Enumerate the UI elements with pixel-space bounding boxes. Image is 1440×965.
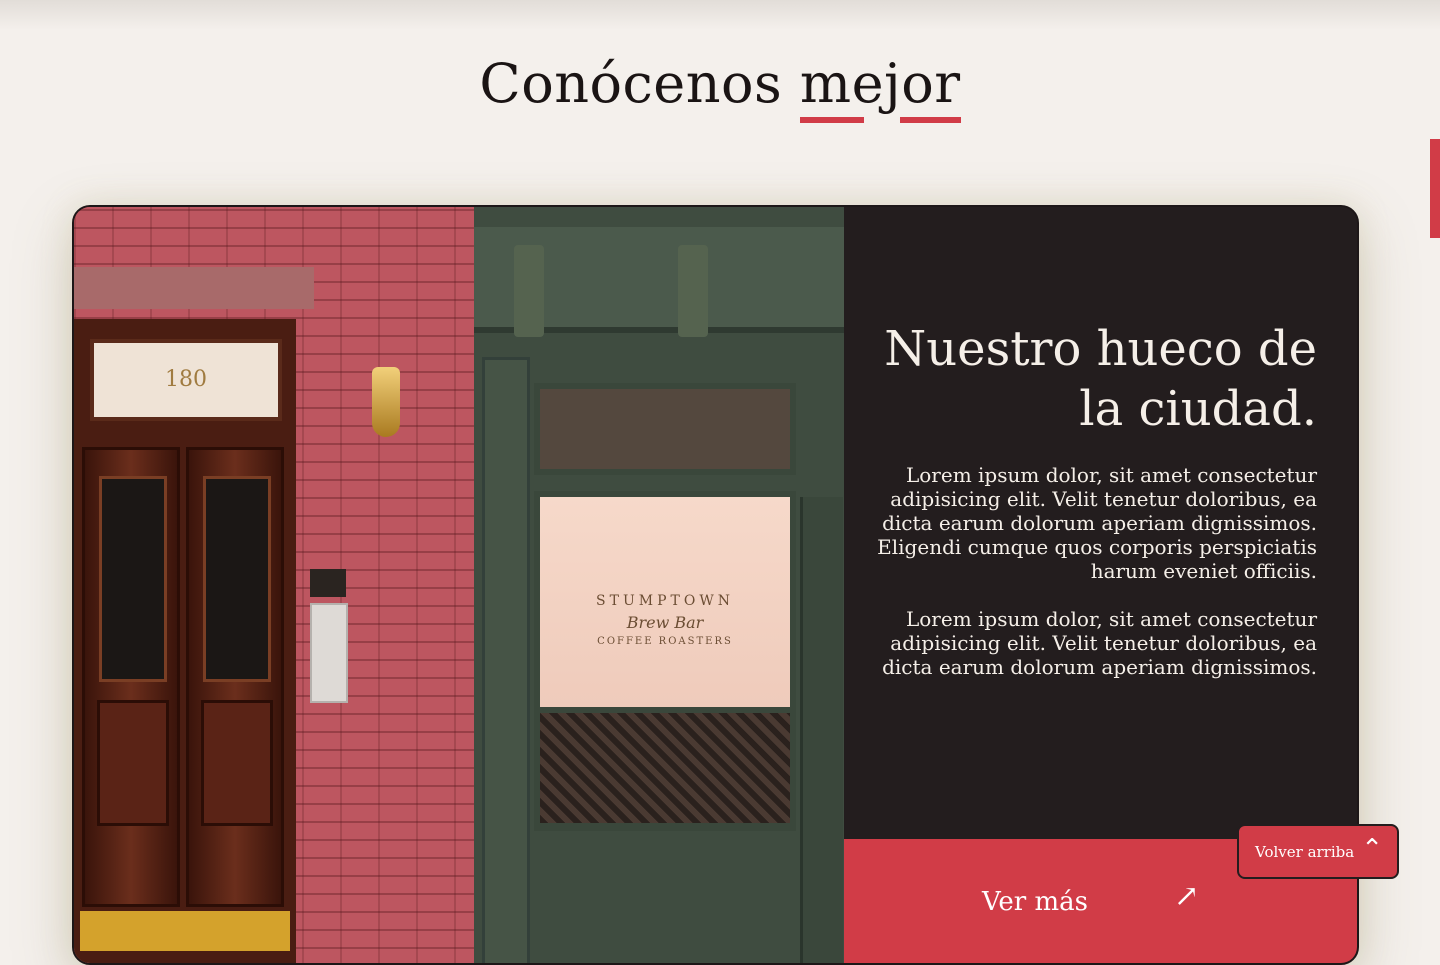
brass-kickplate xyxy=(80,911,290,951)
section-title-accent: mejor xyxy=(799,52,961,123)
about-paragraph-1: Lorem ipsum dolor, sit amet consectetur … xyxy=(877,463,1317,583)
about-card: 180 STUMPTOWN Brew Bar COFFEE ROASTERS N… xyxy=(72,205,1359,965)
about-paragraph-2: Lorem ipsum dolor, sit amet consectetur … xyxy=(882,607,1317,679)
door-lower-panel xyxy=(201,700,273,826)
address-transom: 180 xyxy=(90,339,282,421)
brick-wall: 180 xyxy=(74,207,474,963)
door-window xyxy=(203,476,271,682)
shade-sign-script: Brew Bar xyxy=(626,613,704,632)
pilaster xyxy=(482,357,530,963)
stone-lintel xyxy=(74,267,314,309)
scroll-indicator[interactable] xyxy=(1430,139,1440,238)
section-title-text: Conócenos xyxy=(479,52,800,115)
door-panel-left xyxy=(82,447,180,907)
upper-window xyxy=(534,383,796,475)
storefront-photo: 180 STUMPTOWN Brew Bar COFFEE ROASTERS xyxy=(74,207,844,963)
back-to-top-button[interactable]: Volver arriba ⌃ xyxy=(1237,824,1399,879)
about-body: Lorem ipsum dolor, sit amet consectetur … xyxy=(877,463,1317,703)
arrow-up-right-icon: ↗ xyxy=(1174,879,1200,914)
shade-sign-subtitle: COFFEE ROASTERS xyxy=(597,636,733,647)
window-grille xyxy=(540,713,790,823)
lamp-icon xyxy=(372,367,400,437)
about-text-panel: Nuestro hueco de la ciudad. Lorem ipsum … xyxy=(844,207,1357,839)
header-shadow xyxy=(0,0,1440,30)
door-lower-panel xyxy=(97,700,169,826)
corbel-bracket xyxy=(678,245,708,337)
door-window xyxy=(99,476,167,682)
section-title: Conócenos mejor xyxy=(0,52,1440,123)
wooden-door: 180 xyxy=(74,319,296,963)
intercom-panel xyxy=(310,603,348,703)
window-shade: STUMPTOWN Brew Bar COFFEE ROASTERS xyxy=(540,497,790,707)
shopfront: STUMPTOWN Brew Bar COFFEE ROASTERS xyxy=(474,207,844,963)
door-panel-right xyxy=(186,447,284,907)
shop-window: STUMPTOWN Brew Bar COFFEE ROASTERS xyxy=(534,491,796,831)
about-heading: Nuestro hueco de la ciudad. xyxy=(884,321,1317,437)
wall-plaque xyxy=(310,569,346,597)
chevron-up-icon: ⌃ xyxy=(1361,834,1383,864)
side-door xyxy=(800,497,843,963)
back-to-top-label: Volver arriba xyxy=(1255,843,1355,861)
shade-sign-name: STUMPTOWN xyxy=(596,593,734,609)
corbel-bracket xyxy=(514,245,544,337)
see-more-label: Ver más xyxy=(982,887,1088,917)
